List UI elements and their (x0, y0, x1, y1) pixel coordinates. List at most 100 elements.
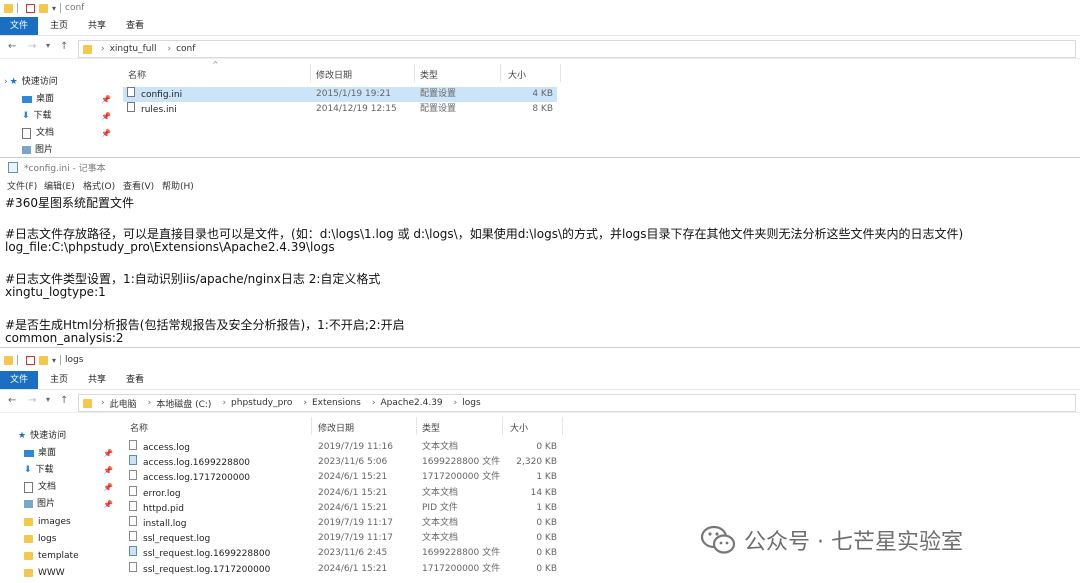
ribbon-tab-view[interactable]: 查看 (120, 371, 150, 389)
column-header-name[interactable]: 名称 (130, 421, 148, 434)
breadcrumb-item[interactable]: logs (462, 398, 480, 408)
text-line: common_analysis:2 (5, 331, 124, 345)
file-type: 配置设置 (420, 89, 457, 99)
file-size: 0 KB (536, 533, 557, 544)
file-date: 2024/6/1 15:21 (318, 472, 388, 483)
sidebar-item-downloads[interactable]: ⬇ 下载 (22, 108, 52, 124)
pin-icon[interactable]: 📌 (103, 449, 113, 458)
file-size: 0 KB (536, 518, 557, 528)
menu-edit[interactable]: 编辑(E) (44, 179, 75, 192)
column-header-size[interactable]: 大小 (508, 68, 526, 81)
menu-format[interactable]: 格式(O) (83, 179, 115, 192)
menu-file[interactable]: 文件(F) (7, 179, 37, 192)
table-row[interactable]: ssl_request.log.1699228800 2023/11/6 2:45… (125, 546, 559, 561)
sidebar-item-label: 下载 (35, 465, 54, 475)
breadcrumb-item[interactable]: 本地磁盘 (C:) (156, 397, 211, 410)
file-name-text: config.ini (141, 90, 183, 100)
sidebar-item-www[interactable]: WWW (24, 565, 65, 581)
recent-dropdown-icon[interactable]: ▾ (46, 41, 50, 50)
quick-access-dropdown-icon[interactable]: ▾ (52, 356, 56, 365)
table-row[interactable]: access.log.1717200000 2024/6/1 15:21 17172… (125, 470, 559, 485)
properties-icon[interactable] (26, 3, 35, 13)
table-row[interactable]: ssl_request.log 2019/7/19 11:17 文本文档 0 KB (125, 531, 559, 546)
table-row[interactable]: config.ini 2015/1/19 19:21 配置设置 4 KB (123, 87, 557, 102)
pin-icon[interactable]: 📌 (103, 500, 113, 509)
column-header-date[interactable]: 修改日期 (318, 421, 354, 434)
properties-icon[interactable] (26, 355, 35, 365)
pin-icon[interactable]: 📌 (101, 112, 111, 121)
breadcrumb-item[interactable]: Extensions (312, 398, 361, 408)
file-name-text: access.log.1717200000 (143, 473, 251, 484)
file-type: 文本文档 (422, 487, 459, 498)
sidebar-item-quick-access[interactable]: ★ 快速访问 (18, 428, 66, 444)
download-icon: ⬇ (22, 111, 30, 121)
ribbon-tab-home[interactable]: 主页 (44, 371, 74, 389)
ribbon-tab-share[interactable]: 共享 (82, 17, 112, 35)
file-size: 0 KB (536, 563, 557, 574)
table-row[interactable]: access.log 2019/7/19 11:16 文本文档 0 KB (125, 440, 559, 455)
menu-help[interactable]: 帮助(H) (162, 179, 194, 192)
column-header-type[interactable]: 类型 (420, 68, 438, 81)
table-row[interactable]: rules.ini 2014/12/19 12:15 配置设置 8 KB (123, 102, 557, 117)
breadcrumb-item[interactable]: conf (176, 44, 195, 54)
breadcrumb-item[interactable]: phpstudy_pro (231, 398, 292, 408)
table-row[interactable]: ssl_request.log.1717200000 2024/6/1 15:21… (125, 561, 559, 577)
column-header-size[interactable]: 大小 (510, 421, 528, 434)
new-folder-icon[interactable] (39, 3, 48, 13)
notepad-text-area[interactable]: #360星图系统配置文件 #日志文件存放路径，可以是直接目录也可以是文件，(如：… (0, 193, 1080, 348)
pin-icon[interactable]: 📌 (103, 466, 113, 475)
up-arrow-icon[interactable]: ↑ (60, 395, 68, 406)
table-row[interactable]: httpd.pid 2024/6/1 15:21 PID 文件 1 KB (125, 500, 559, 516)
quick-access-dropdown-icon[interactable]: ▾ (52, 4, 56, 13)
file-date: 2023/11/6 5:06 (318, 457, 388, 468)
sidebar-item-desktop[interactable]: 桌面 (22, 91, 54, 107)
folder-icon (24, 535, 33, 543)
column-header-name[interactable]: 名称 (128, 68, 146, 81)
address-bar[interactable]: › xingtu_full › conf (78, 40, 1076, 58)
picture-icon (22, 146, 31, 154)
folder-icon (83, 398, 92, 408)
table-row[interactable]: error.log 2024/6/1 15:21 文本文档 14 KB (125, 485, 559, 501)
table-row[interactable]: install.log 2019/7/19 11:17 文本文档 0 KB (125, 516, 559, 531)
ribbon-tab-share[interactable]: 共享 (82, 371, 112, 389)
sidebar-item-downloads[interactable]: ⬇ 下载 (24, 462, 54, 478)
sidebar-item-quick-access[interactable]: › ★ 快速访问 (4, 74, 58, 90)
menu-view[interactable]: 查看(V) (123, 179, 154, 192)
file-date: 2024/6/1 15:21 (318, 502, 388, 513)
ribbon-tab-view[interactable]: 查看 (120, 17, 150, 35)
back-arrow-icon[interactable]: ← (8, 41, 16, 52)
pin-icon[interactable]: 📌 (101, 95, 111, 104)
table-row[interactable]: access.log.1699228800 2023/11/6 5:06 16992… (125, 455, 559, 470)
sidebar-item-logs[interactable]: logs (24, 531, 56, 547)
recent-dropdown-icon[interactable]: ▾ (46, 395, 50, 404)
forward-arrow-icon[interactable]: → (28, 41, 36, 52)
download-icon: ⬇ (24, 465, 32, 475)
sidebar-item-documents[interactable]: 文档 (24, 479, 56, 495)
breadcrumb-item[interactable]: xingtu_full (110, 44, 157, 54)
up-arrow-icon[interactable]: ↑ (60, 41, 68, 52)
sidebar-item-desktop[interactable]: 桌面 (24, 445, 56, 461)
sidebar-item-template[interactable]: template (24, 548, 79, 564)
file-name: config.ini (127, 87, 182, 103)
back-arrow-icon[interactable]: ← (8, 395, 16, 406)
address-bar[interactable]: › 此电脑 › 本地磁盘 (C:) › phpstudy_pro › Exten… (78, 394, 1076, 412)
sidebar-item-documents[interactable]: 文档 (22, 125, 54, 141)
breadcrumb-item[interactable]: 此电脑 (110, 397, 137, 410)
ribbon-tab-file[interactable]: 文件 (0, 17, 38, 35)
watermark-text: 公众号 · 七芒星实验室 (744, 530, 963, 555)
ribbon-tab-home[interactable]: 主页 (44, 17, 74, 35)
sidebar-item-pictures[interactable]: 图片 (24, 496, 55, 512)
sidebar-item-label: WWW (38, 568, 65, 578)
column-header-type[interactable]: 类型 (422, 421, 440, 434)
ribbon-tab-file[interactable]: 文件 (0, 371, 38, 389)
new-folder-icon[interactable] (39, 355, 48, 365)
sidebar-item-images[interactable]: images (24, 514, 71, 530)
pin-icon[interactable]: 📌 (101, 129, 111, 138)
breadcrumb-item[interactable]: Apache2.4.39 (380, 398, 442, 408)
text-file-icon (129, 531, 137, 542)
sidebar-item-pictures[interactable]: 图片 (22, 142, 53, 157)
text-file-icon (129, 500, 137, 511)
pin-icon[interactable]: 📌 (103, 483, 113, 492)
forward-arrow-icon[interactable]: → (28, 395, 36, 406)
column-header-date[interactable]: 修改日期 (316, 68, 352, 81)
